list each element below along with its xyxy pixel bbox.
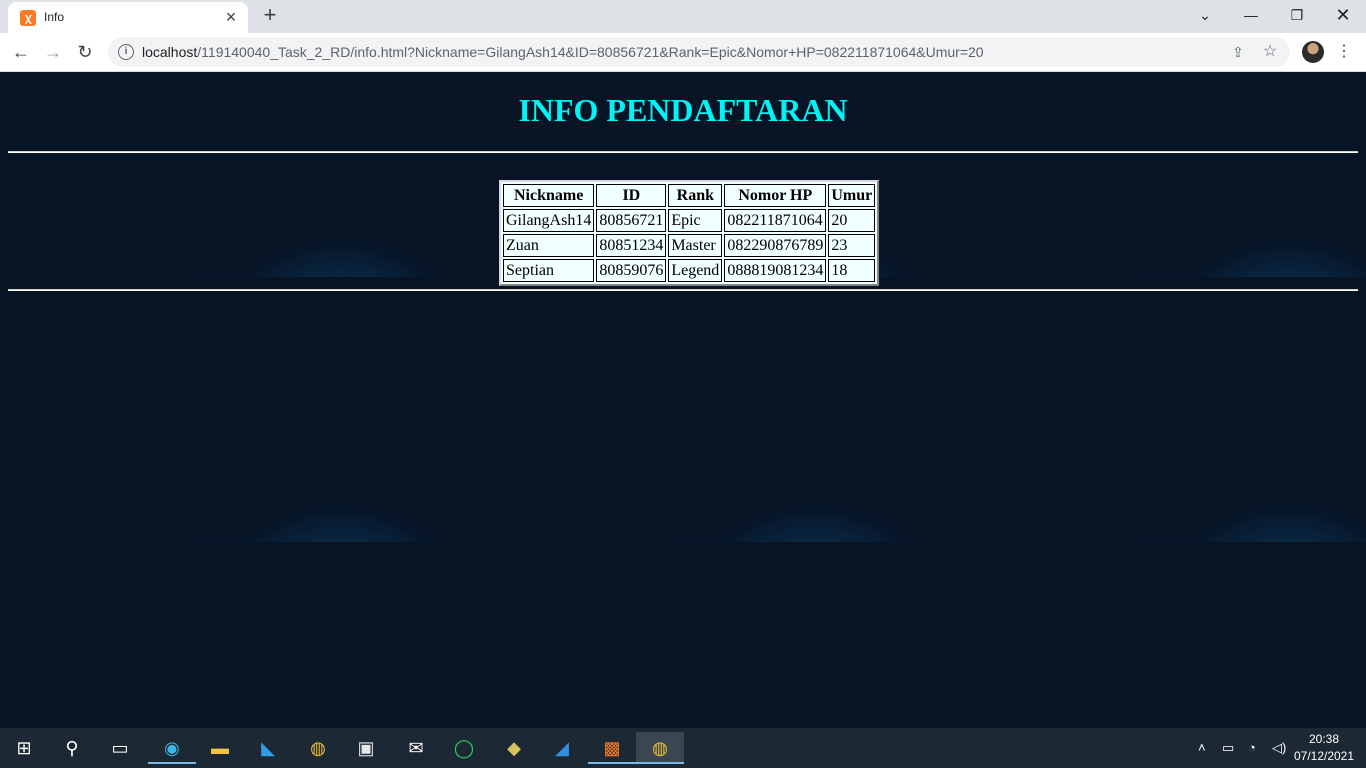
cell-rank: Epic	[668, 209, 723, 232]
registration-table: Nickname ID Rank Nomor HP Umur GilangAsh…	[499, 180, 880, 286]
reload-button[interactable]: ↻	[72, 39, 98, 65]
cell-umur: 18	[828, 259, 876, 282]
xampp-icon: ꭓ	[20, 10, 36, 26]
close-icon[interactable]: ×	[220, 6, 242, 28]
vscode-icon[interactable]: ◣	[244, 732, 292, 764]
app-icon[interactable]: ◆	[490, 732, 538, 764]
browser-tab-strip: ꭓ Info × + ⌄ — ❐ ✕	[0, 0, 1366, 33]
minimize-button[interactable]: —	[1228, 0, 1274, 30]
divider-top	[8, 151, 1358, 153]
divider-bottom	[8, 289, 1358, 291]
tab-info[interactable]: ꭓ Info ×	[8, 2, 248, 33]
cell-rank: Legend	[668, 259, 723, 282]
volume-icon[interactable]: ◁)	[1272, 728, 1286, 768]
header-rank: Rank	[668, 184, 723, 207]
cell-umur: 23	[828, 234, 876, 257]
forward-button[interactable]: →	[40, 39, 66, 65]
cell-umur: 20	[828, 209, 876, 232]
cell-nickname: Septian	[503, 259, 595, 282]
cell-nomor-hp: 082290876789	[724, 234, 827, 257]
new-tab-button[interactable]: +	[258, 4, 282, 28]
page-viewport: INFO PENDAFTARAN Nickname ID Rank Nomor …	[0, 72, 1366, 728]
header-nomor-hp: Nomor HP	[724, 184, 827, 207]
edge-icon[interactable]: ◉	[148, 732, 196, 764]
cell-id: 80851234	[596, 234, 667, 257]
cell-nickname: Zuan	[503, 234, 595, 257]
address-bar[interactable]: i localhost/119140040_Task_2_RD/info.htm…	[108, 37, 1290, 67]
chrome-profile-icon[interactable]: ◍	[636, 732, 684, 764]
bookmark-star-icon[interactable]: ☆	[1260, 42, 1280, 62]
menu-icon[interactable]: ⋮	[1336, 40, 1352, 64]
battery-icon[interactable]: ▭	[1222, 728, 1234, 768]
tab-search-icon[interactable]: ⌄	[1182, 0, 1228, 30]
system-clock[interactable]: 20:38 07/12/2021	[1292, 731, 1356, 765]
app-blue-icon[interactable]: ◢	[538, 732, 586, 764]
whatsapp-icon[interactable]: ◯	[440, 732, 488, 764]
header-nickname: Nickname	[503, 184, 595, 207]
back-button[interactable]: ←	[8, 39, 34, 65]
table-row: Septian 80859076 Legend 088819081234 18	[503, 259, 876, 282]
close-window-button[interactable]: ✕	[1320, 0, 1366, 30]
cell-nomor-hp: 082211871064	[724, 209, 827, 232]
url-text[interactable]: localhost/119140040_Task_2_RD/info.html?…	[142, 44, 984, 60]
clock-time: 20:38	[1308, 732, 1340, 746]
store-icon[interactable]: ▣	[342, 732, 390, 764]
header-umur: Umur	[828, 184, 876, 207]
clock-date: 07/12/2021	[1293, 749, 1355, 763]
table-row: GilangAsh14 80856721 Epic 082211871064 2…	[503, 209, 876, 232]
table-row: Zuan 80851234 Master 082290876789 23	[503, 234, 876, 257]
url-host: localhost	[142, 44, 198, 60]
header-id: ID	[596, 184, 667, 207]
search-icon[interactable]: ⚲	[48, 732, 96, 764]
wifi-icon[interactable]: ◔	[1248, 728, 1256, 768]
page-title: INFO PENDAFTARAN	[518, 92, 848, 128]
cell-nomor-hp: 088819081234	[724, 259, 827, 282]
mail-icon[interactable]: ✉	[392, 732, 440, 764]
tab-title: Info	[44, 10, 65, 24]
file-explorer-icon[interactable]: ▬	[196, 732, 244, 764]
restore-button[interactable]: ❐	[1274, 0, 1320, 30]
share-icon[interactable]: ⇪	[1228, 42, 1248, 62]
xampp-icon[interactable]: ▩	[588, 732, 636, 764]
cell-id: 80859076	[596, 259, 667, 282]
url-path: /119140040_Task_2_RD/info.html?Nickname=…	[197, 44, 984, 60]
windows-taskbar: ⊞ ⚲ ▭ ◉ ▬ ◣ ◍ ▣ ✉ ◯ ◆ ◢ ▩ ◍ ˄ ▭ ◔ ◁) 20:…	[0, 728, 1366, 768]
chrome-icon[interactable]: ◍	[294, 732, 342, 764]
table-header-row: Nickname ID Rank Nomor HP Umur	[503, 184, 876, 207]
cell-id: 80856721	[596, 209, 667, 232]
profile-avatar[interactable]	[1302, 41, 1324, 63]
start-icon[interactable]: ⊞	[0, 732, 48, 764]
task-view-icon[interactable]: ▭	[96, 732, 144, 764]
info-icon[interactable]: i	[118, 44, 134, 60]
browser-toolbar: ← → ↻ i localhost/119140040_Task_2_RD/in…	[0, 33, 1366, 72]
cell-nickname: GilangAsh14	[503, 209, 595, 232]
cell-rank: Master	[668, 234, 723, 257]
chevron-up-icon[interactable]: ˄	[1198, 728, 1206, 768]
